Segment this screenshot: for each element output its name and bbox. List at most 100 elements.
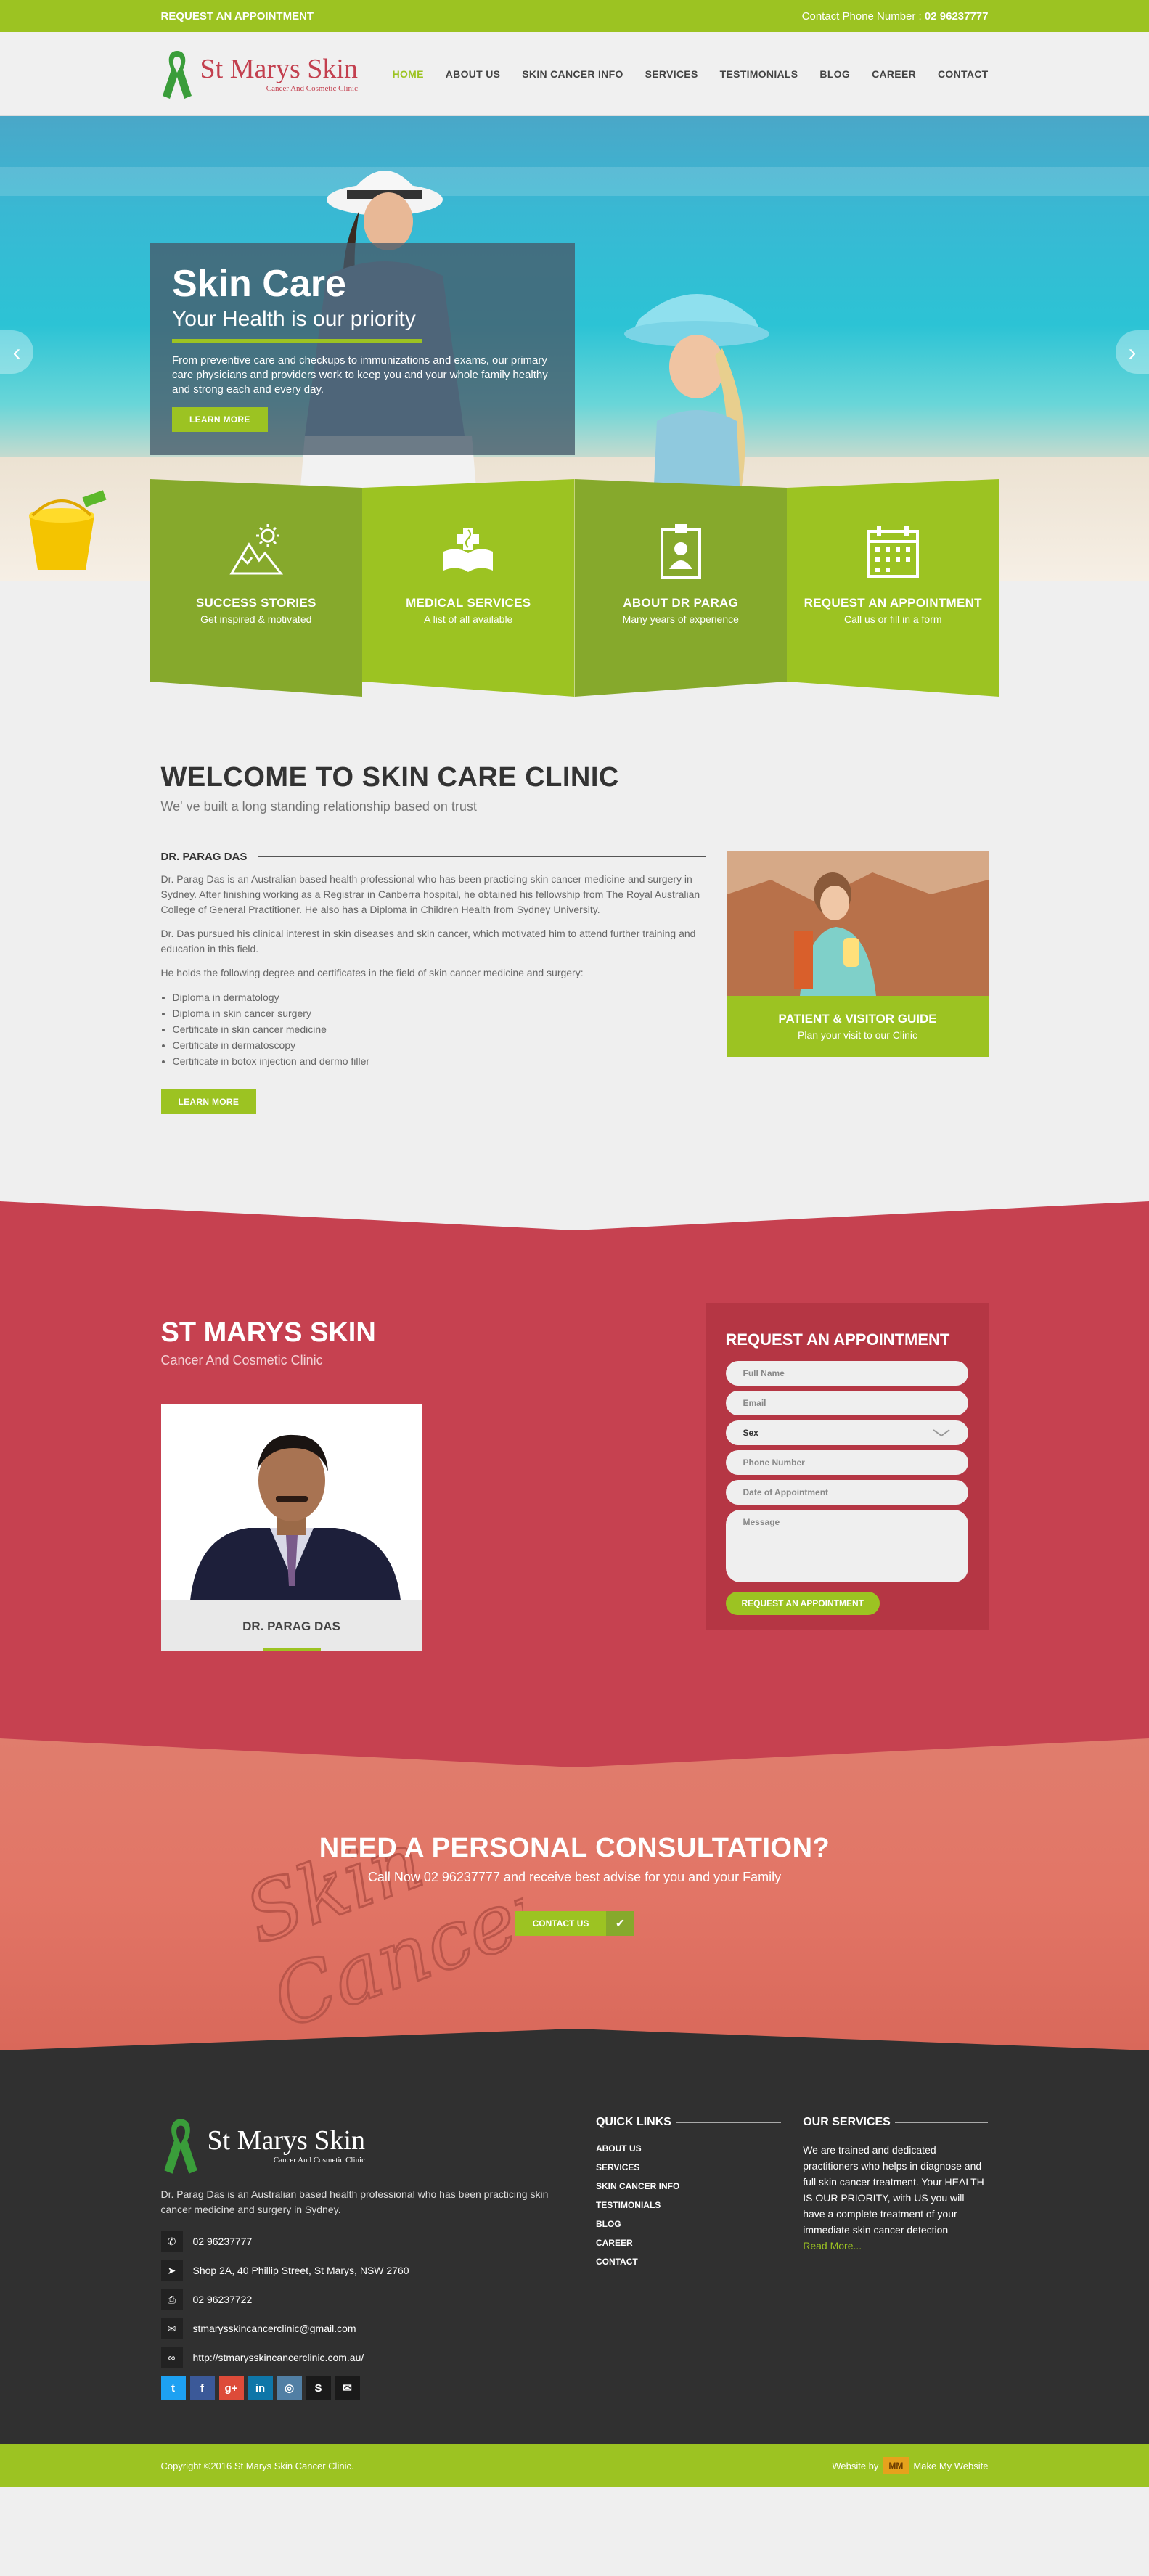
bio-paragraph-3: He holds the following degree and certif…	[160, 967, 584, 978]
tile-success-stories[interactable]: SUCCESS STORIES Get inspired & motivated	[150, 479, 362, 697]
tile-subtitle: Get inspired & motivated	[200, 613, 312, 625]
welcome-section: WELCOME TO SKIN CARE CLINIC We' ve built…	[0, 697, 1149, 1201]
slider-prev-button[interactable]: ‹	[0, 330, 33, 374]
footer-link-contact[interactable]: CONTACT	[596, 2257, 781, 2267]
doctor-photo	[160, 1404, 422, 1600]
instagram-icon[interactable]: ◎	[277, 2376, 302, 2400]
clinic-section: ST MARYS SKIN Cancer And Cosmetic Clinic	[0, 1201, 1149, 1767]
doctor-card: DR. PARAG DAS	[160, 1404, 422, 1651]
linkedin-icon[interactable]: in	[248, 2376, 273, 2400]
phone-number[interactable]: 02 96237777	[925, 10, 989, 23]
nav-about-us[interactable]: ABOUT US	[446, 68, 501, 80]
contact-text: stmarysskincancerclinic@gmail.com	[192, 2323, 356, 2334]
footer-link-skin-cancer-info[interactable]: SKIN CANCER INFO	[596, 2181, 781, 2191]
contact-phone-item[interactable]: ✆ 02 96237777	[160, 2231, 574, 2252]
contact-email-item[interactable]: ✉ stmarysskincancerclinic@gmail.com	[160, 2318, 574, 2339]
tile-title: SUCCESS STORIES	[195, 596, 316, 610]
hero-caption: Skin Care Your Health is our priority Fr…	[150, 243, 575, 455]
date-placeholder: Date of Appointment	[743, 1487, 829, 1497]
footer-logo[interactable]: St Marys Skin Cancer And Cosmetic Clinic	[161, 2116, 574, 2175]
copyright: Copyright ©2016 St Marys Skin Cancer Cli…	[160, 2460, 354, 2471]
sex-select[interactable]: Sex	[725, 1420, 968, 1445]
footer-brand-name: St Marys Skin	[207, 2125, 365, 2156]
nav-contact[interactable]: CONTACT	[938, 68, 989, 80]
tile-title: ABOUT DR PARAG	[623, 596, 739, 610]
contact-address-item: ➤ Shop 2A, 40 Phillip Street, St Marys, …	[160, 2260, 574, 2281]
nav-blog[interactable]: BLOG	[819, 68, 850, 80]
heading-divider	[675, 2122, 782, 2123]
patient-guide-image	[727, 851, 989, 996]
mail-icon[interactable]: ✉	[335, 2376, 360, 2400]
sea-highlight	[0, 167, 1149, 196]
footer-link-blog[interactable]: BLOG	[596, 2219, 781, 2229]
hero-text: From preventive care and checkups to imm…	[172, 354, 548, 396]
contact-text: Shop 2A, 40 Phillip Street, St Marys, NS…	[192, 2265, 409, 2276]
list-item: Certificate in botox injection and dermo…	[173, 1053, 706, 1069]
nav-home[interactable]: HOME	[393, 68, 424, 80]
footer-link-services[interactable]: SERVICES	[596, 2162, 781, 2172]
contact-us-label: CONTACT US	[515, 1911, 607, 1936]
tile-request-appointment[interactable]: REQUEST AN APPOINTMENT Call us or fill i…	[787, 479, 999, 697]
contact-us-button[interactable]: CONTACT US ✔	[515, 1911, 634, 1936]
message-field[interactable]: Message	[725, 1510, 968, 1582]
tile-title: REQUEST AN APPOINTMENT	[804, 596, 982, 610]
ribbon-icon	[162, 51, 192, 99]
doctor-bio: DR. PARAG DAS Dr. Parag Das is an Austra…	[160, 851, 706, 1114]
email-placeholder: Email	[743, 1398, 766, 1408]
nav-skin-cancer-info[interactable]: SKIN CANCER INFO	[522, 68, 623, 80]
contact-website-item[interactable]: ∞ http://stmarysskincancerclinic.com.au/	[160, 2347, 574, 2368]
form-title: REQUEST AN APPOINTMENT	[725, 1330, 950, 1349]
tile-about-dr-parag[interactable]: ABOUT DR PARAG Many years of experience	[574, 479, 787, 697]
request-appointment-submit-button[interactable]: REQUEST AN APPOINTMENT	[725, 1592, 880, 1615]
appointment-date-field[interactable]: Date of Appointment	[725, 1480, 968, 1505]
website-credit-link[interactable]: Website by MM Make My Website	[832, 2457, 989, 2474]
agency-name: Make My Website	[913, 2460, 989, 2471]
nav-services[interactable]: SERVICES	[645, 68, 698, 80]
fax-icon: ⎙	[160, 2289, 183, 2310]
facebook-icon[interactable]: f	[189, 2376, 215, 2400]
skype-icon[interactable]: S	[306, 2376, 331, 2400]
list-item: Certificate in skin cancer medicine	[173, 1021, 706, 1037]
our-services: OUR SERVICES We are trained and dedicate…	[803, 2116, 989, 2400]
contact-list: ✆ 02 96237777 ➤ Shop 2A, 40 Phillip Stre…	[160, 2231, 574, 2368]
doctor-heading: DR. PARAG DAS	[160, 851, 248, 863]
nav-testimonials[interactable]: TESTIMONIALS	[720, 68, 798, 80]
guide-subtitle: Plan your visit to our Clinic	[798, 1029, 917, 1041]
email-field[interactable]: Email	[725, 1391, 968, 1415]
envelope-icon: ✉	[160, 2318, 183, 2339]
message-placeholder: Message	[743, 1517, 780, 1527]
appointment-form: REQUEST AN APPOINTMENT Full Name Email S…	[705, 1303, 989, 1630]
nav-career[interactable]: CAREER	[872, 68, 916, 80]
quick-links-title: QUICK LINKS	[595, 2116, 671, 2128]
list-item: Certificate in dermatoscopy	[173, 1037, 706, 1053]
patient-guide-card[interactable]: PATIENT & VISITOR GUIDE Plan your visit …	[727, 851, 989, 1114]
agency-logo: MM	[883, 2457, 909, 2474]
doctor-portrait	[160, 1404, 422, 1600]
phone-number-field[interactable]: Phone Number	[725, 1450, 968, 1475]
tile-medical-services[interactable]: MEDICAL SERVICES A list of all available	[362, 479, 575, 697]
bio-paragraph-1: Dr. Parag Das is an Australian based hea…	[160, 873, 700, 915]
main-nav: HOME ABOUT US SKIN CANCER INFO SERVICES …	[393, 68, 989, 80]
request-appointment-link[interactable]: REQUEST AN APPOINTMENT	[161, 10, 314, 23]
slider-next-button[interactable]: ›	[1116, 330, 1149, 374]
footer-link-about-us[interactable]: ABOUT US	[596, 2143, 781, 2154]
tile-subtitle: Many years of experience	[622, 613, 739, 625]
hero-learn-more-button[interactable]: LEARN MORE	[172, 407, 268, 432]
clinic-title: ST MARYS SKIN	[160, 1317, 376, 1348]
consult-text: Call Now 02 96237777 and receive best ad…	[367, 1870, 782, 1884]
site-logo[interactable]: St Marys Skin Cancer And Cosmetic Clinic	[161, 48, 358, 100]
google-plus-icon[interactable]: g+	[218, 2376, 244, 2400]
footer-link-testimonials[interactable]: TESTIMONIALS	[596, 2200, 781, 2210]
brand-name: St Marys Skin	[200, 54, 358, 84]
name-underline	[262, 1648, 321, 1651]
hiker-photo	[727, 851, 989, 996]
tile-title: MEDICAL SERVICES	[406, 596, 531, 610]
qualification-list: Diploma in dermatology Diploma in skin c…	[173, 989, 706, 1069]
bio-learn-more-button[interactable]: LEARN MORE	[160, 1089, 257, 1114]
doctor-name: DR. PARAG DAS	[242, 1619, 340, 1633]
footer-link-career[interactable]: CAREER	[596, 2238, 781, 2248]
full-name-field[interactable]: Full Name	[725, 1361, 968, 1386]
twitter-icon[interactable]: t	[160, 2376, 186, 2400]
read-more-link[interactable]: Read More...	[803, 2240, 862, 2252]
list-item: Diploma in skin cancer surgery	[173, 1005, 706, 1021]
